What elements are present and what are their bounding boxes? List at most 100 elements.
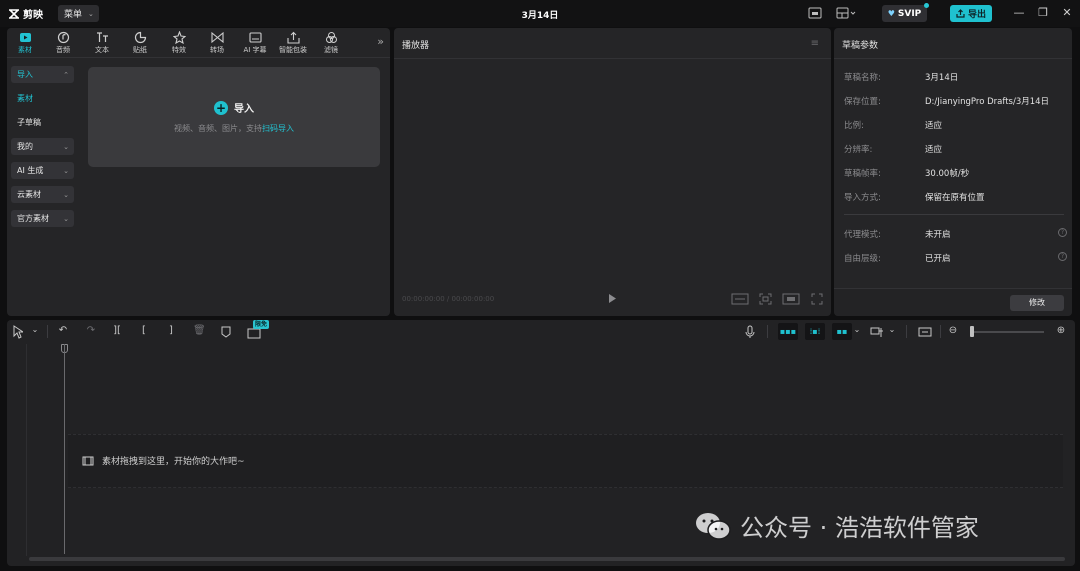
chevron-down-icon: ⌄ [63, 214, 69, 223]
prop-row-import-mode: 导入方式: 保留在原有位置 [844, 191, 1064, 205]
import-subtitle-text: 视频、音频、图片，支持 [174, 124, 262, 133]
crop-icon[interactable] [759, 293, 772, 305]
ratio-icon[interactable] [782, 293, 800, 305]
nav-item-official[interactable]: 官方素材 ⌄ [11, 210, 74, 227]
prop-label: 分辨率: [844, 145, 873, 155]
subtitle-icon [248, 32, 262, 43]
prop-row-name: 草稿名称: 3月14日 [844, 71, 1064, 85]
tab-label: 音频 [56, 46, 70, 54]
help-icon[interactable]: ? [1058, 228, 1067, 237]
tab-audio[interactable]: 音频 [46, 31, 80, 56]
export-button[interactable]: 导出 [950, 5, 992, 22]
preview-axis-icon[interactable] [870, 325, 884, 339]
tab-filter[interactable]: 滤镜 [314, 31, 348, 56]
divider [834, 58, 1072, 59]
zoom-slider-thumb[interactable] [970, 326, 974, 337]
prop-label: 草稿名称: [844, 73, 881, 83]
player-controls: 00:00:00:00 / 00:00:00:00 [394, 282, 831, 316]
import-dropzone[interactable]: + 导入 视频、音频、图片，支持扫码导入 [88, 67, 380, 167]
draft-properties-panel: 草稿参数 草稿名称: 3月14日 保存位置: D:/JianyingPro Dr… [834, 28, 1072, 316]
zoom-out-icon[interactable]: ⊖ [947, 325, 959, 339]
tab-sticker[interactable]: 贴纸 [123, 31, 157, 56]
tab-transition[interactable]: 转场 [200, 31, 234, 56]
minimize-icon[interactable]: — [1012, 6, 1026, 20]
nav-item-mine[interactable]: 我的 ⌄ [11, 138, 74, 155]
chevron-down-icon[interactable]: ⌄ [853, 325, 861, 339]
linkage-button[interactable]: ▪▪ [832, 323, 852, 340]
main-track-magnet-button[interactable]: ▪▪▪ [778, 323, 798, 340]
chevron-down-icon[interactable]: ⌄ [31, 325, 39, 339]
menu-button[interactable]: 菜单 ⌄ [58, 5, 99, 22]
tab-ai-subtitle[interactable]: AI 字幕 [238, 31, 272, 56]
modify-button[interactable]: 修改 [1010, 295, 1064, 311]
nav-item-ai-generate[interactable]: AI 生成 ⌄ [11, 162, 74, 179]
watermark: 公众号 · 浩浩软件管家 [694, 508, 979, 543]
auto-snap-button[interactable]: ⁞▪⁞ [805, 323, 825, 340]
zoom-in-icon[interactable]: ⊕ [1055, 325, 1067, 339]
tab-smart-package[interactable]: 智能包装 [276, 31, 310, 56]
nav-item-media[interactable]: 素材 [11, 90, 74, 107]
tab-label: 智能包装 [279, 46, 307, 54]
playhead[interactable] [64, 344, 65, 554]
screen-icon[interactable] [808, 7, 822, 20]
scan-import-link[interactable]: 扫码导入 [262, 124, 294, 133]
delete-icon[interactable]: 🗑 [193, 325, 206, 339]
undo-icon[interactable]: ↶ [57, 325, 69, 339]
nav-item-label: 云素材 [17, 190, 41, 199]
redo-icon[interactable]: ↷ [85, 325, 97, 339]
hamburger-menu-icon[interactable]: ≡ [811, 38, 819, 49]
nav-item-sub-draft[interactable]: 子草稿 [11, 114, 74, 131]
close-icon[interactable]: ✕ [1060, 6, 1074, 20]
maximize-icon[interactable]: ❐ [1036, 6, 1050, 20]
nav-item-label: AI 生成 [17, 166, 44, 175]
trim-right-icon[interactable]: ] [165, 325, 177, 339]
prop-label: 保存位置: [844, 97, 881, 107]
prop-row-location: 保存位置: D:/JianyingPro Drafts/3月14日 [844, 95, 1064, 109]
export-icon [956, 9, 965, 18]
more-tabs-icon[interactable]: » [377, 35, 384, 48]
package-icon [286, 31, 300, 44]
prop-row-resolution: 分辨率: 适应 [844, 143, 1064, 157]
svip-button[interactable]: ♥ SVIP [882, 3, 929, 22]
sticker-icon [134, 31, 146, 44]
split-icon[interactable]: ][ [111, 325, 123, 339]
timeline-toolbar: ⌄ ↶ ↷ ][ [ ] 🗑 限免 ▪▪▪ ⁞▪⁞ ▪▪ ⌄ ⌄ ⊖ ⊕ [7, 320, 1075, 344]
tab-effects[interactable]: 特效 [162, 31, 196, 56]
marker-icon[interactable] [220, 325, 232, 339]
tab-text[interactable]: 文本 [85, 31, 119, 56]
nav-item-cloud[interactable]: 云素材 ⌄ [11, 186, 74, 203]
fullscreen-icon[interactable] [811, 293, 823, 305]
main-track-dropzone[interactable]: 素材拖拽到这里，开始你的大作吧~ [68, 434, 1063, 488]
microphone-icon[interactable] [745, 325, 755, 339]
chevron-down-icon: ⌄ [63, 142, 69, 151]
transition-icon [210, 31, 224, 44]
play-icon[interactable] [607, 293, 617, 304]
chevron-down-icon: ⌄ [63, 166, 69, 175]
limited-free-badge: 限免 [253, 320, 270, 329]
layout-icon[interactable] [836, 7, 856, 20]
divider [767, 325, 768, 338]
zoom-slider-track[interactable] [972, 331, 1044, 333]
prop-label: 代理模式: [844, 230, 881, 240]
horizontal-scrollbar[interactable] [29, 557, 1065, 561]
tab-label: 特效 [172, 46, 186, 54]
import-title: + 导入 [88, 100, 380, 115]
trim-left-icon[interactable]: [ [138, 325, 150, 339]
caption-icon[interactable] [918, 325, 932, 339]
chevron-down-icon: ⌄ [88, 9, 94, 18]
tab-label: 文本 [95, 46, 109, 54]
select-cursor-icon[interactable] [13, 325, 23, 339]
original-ratio-icon[interactable] [731, 293, 749, 305]
prop-value: 适应 [925, 145, 943, 155]
nav-item-label: 官方素材 [17, 214, 49, 223]
text-icon [96, 32, 108, 42]
prop-value: 未开启 [925, 230, 951, 240]
app-name: 剪映 [23, 10, 43, 21]
help-icon[interactable]: ? [1058, 252, 1067, 261]
toolbar-tabs: 素材 音频 文本 贴纸 特效 转场 AI 字幕 智能包装 滤镜 » [7, 28, 390, 58]
tab-media[interactable]: 素材 [8, 31, 42, 56]
chevron-down-icon[interactable]: ⌄ [888, 325, 896, 339]
nav-item-import[interactable]: 导入 ⌃ [11, 66, 74, 83]
effects-icon [172, 31, 186, 44]
capcut-logo-icon [9, 8, 19, 19]
